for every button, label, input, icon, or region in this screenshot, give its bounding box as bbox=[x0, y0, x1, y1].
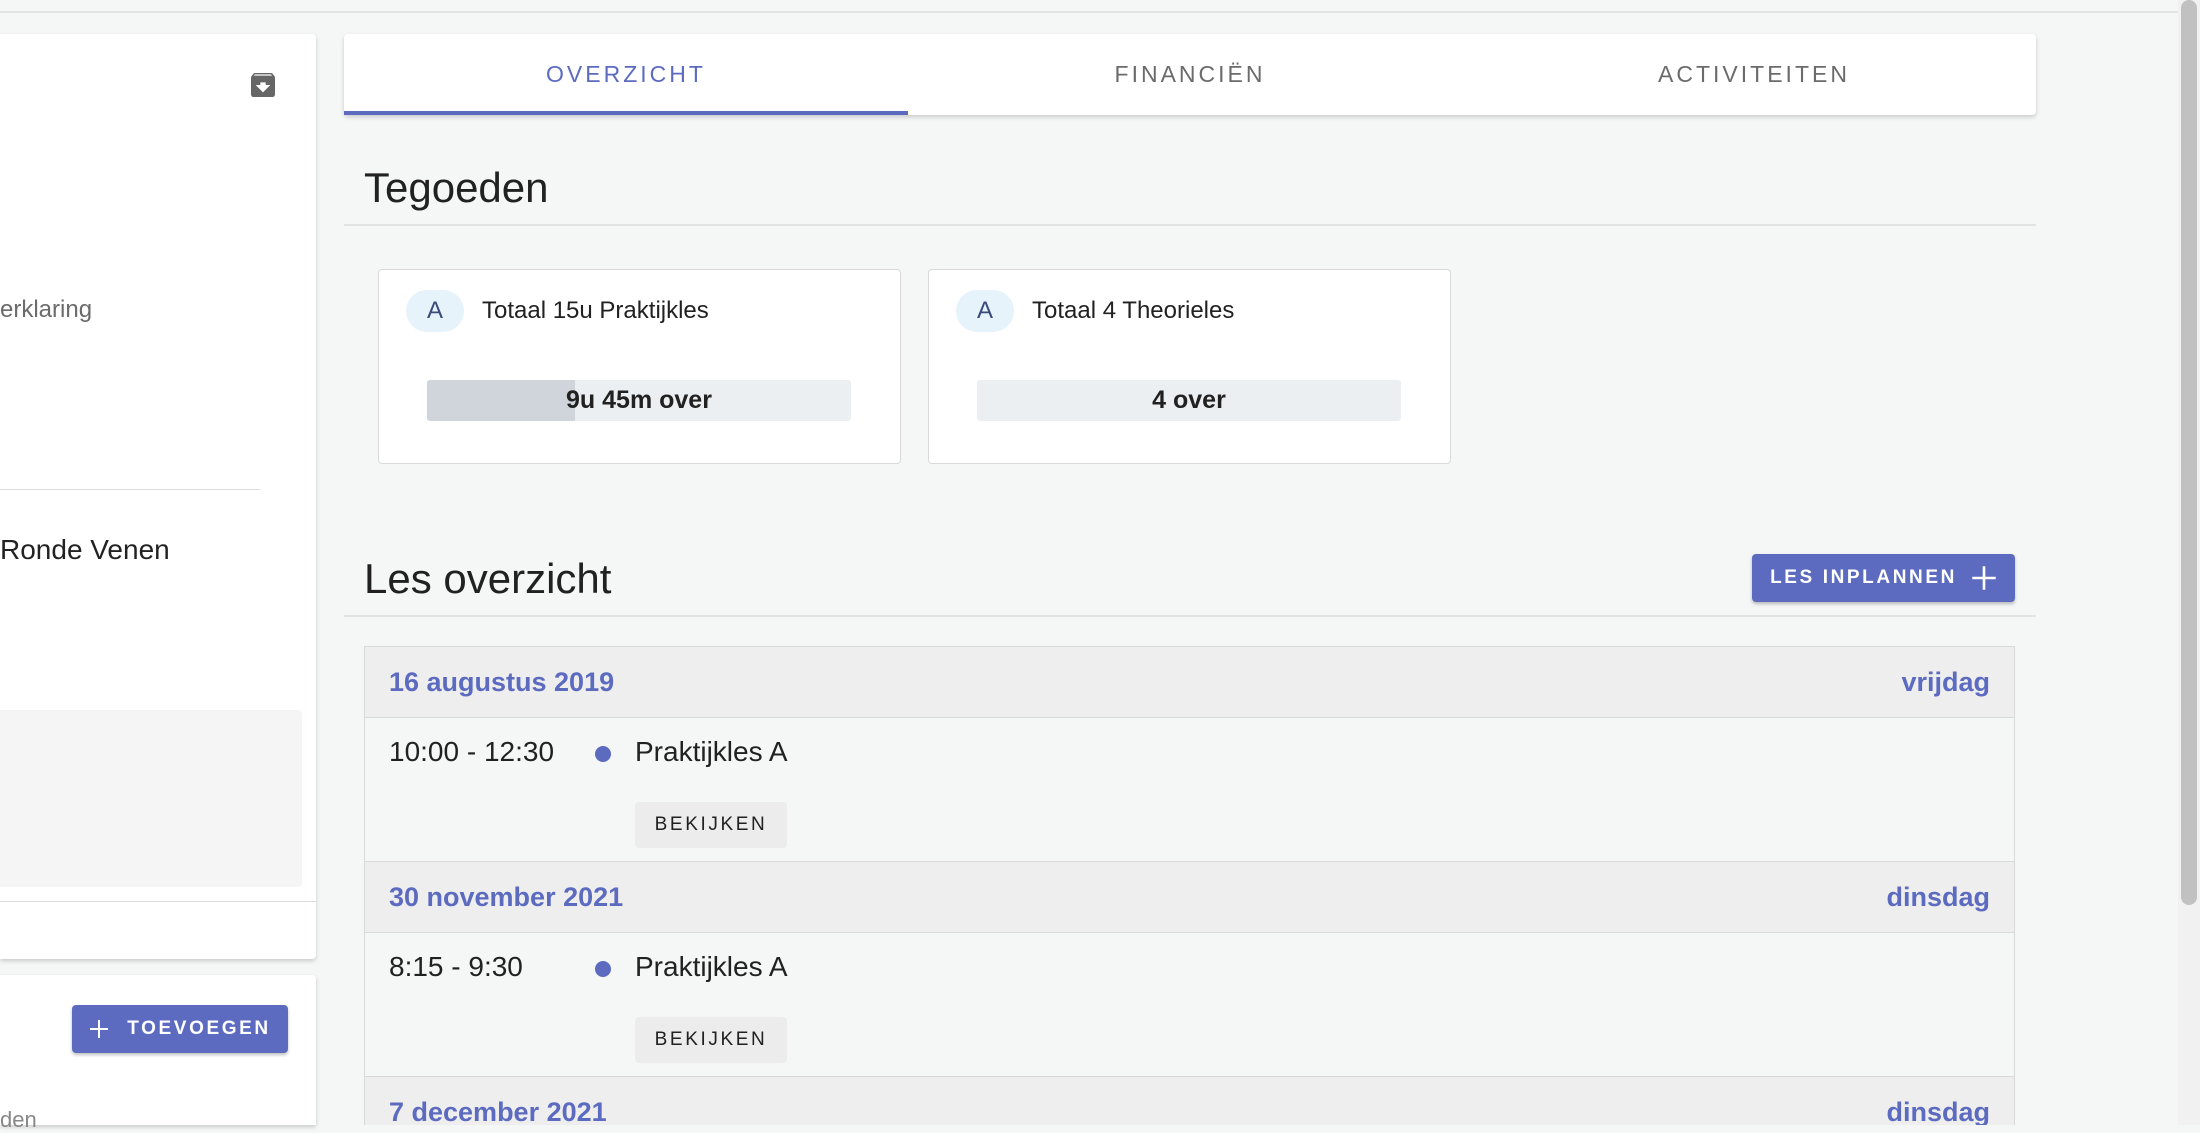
section-divider bbox=[344, 615, 2036, 617]
add-button[interactable]: TOEVOEGEN bbox=[72, 1005, 288, 1053]
archive-icon[interactable] bbox=[247, 69, 279, 101]
secondary-card: TOEVOEGEN den bbox=[0, 975, 316, 1132]
lesson-status-dot-icon bbox=[595, 746, 611, 762]
plus-icon bbox=[1972, 566, 1996, 590]
lesson-date: 30 november 2021 bbox=[389, 881, 624, 912]
tab-finances[interactable]: FINANCIËN bbox=[908, 34, 1472, 115]
plus-icon bbox=[90, 1020, 109, 1038]
day-header: 7 december 2021 dinsdag bbox=[365, 1077, 2014, 1125]
lesson-item: 10:00 - 12:30 Praktijkles A BEKIJKEN bbox=[365, 718, 2014, 862]
lesson-item: 8:15 - 9:30 Praktijkles A BEKIJKEN bbox=[365, 933, 2014, 1077]
credit-card-practical: A Totaal 15u Praktijkles 9u 45m over bbox=[378, 269, 901, 464]
day-header: 30 november 2021 dinsdag bbox=[365, 862, 2014, 933]
student-details-card: erklaring Ronde Venen bbox=[0, 34, 316, 959]
notes-area[interactable] bbox=[0, 710, 302, 887]
lesson-name: Praktijkles A bbox=[635, 736, 788, 767]
license-badge: A bbox=[406, 290, 464, 332]
credit-progress-bar: 4 over bbox=[977, 380, 1401, 421]
tab-bar: OVERZICHT FINANCIËN ACTIVITEITEN bbox=[344, 34, 2036, 115]
section-divider bbox=[344, 224, 2036, 226]
credit-remaining: 4 over bbox=[1152, 386, 1226, 414]
schedule-lesson-button[interactable]: LES INPLANNEN bbox=[1752, 554, 2015, 602]
credit-progress-bar: 9u 45m over bbox=[427, 380, 851, 421]
view-lesson-button[interactable]: BEKIJKEN bbox=[635, 802, 787, 848]
divider bbox=[0, 901, 316, 902]
credits-title: Tegoeden bbox=[364, 164, 549, 211]
credit-card-theory: A Totaal 4 Theorieles 4 over bbox=[928, 269, 1451, 464]
credit-title: Totaal 4 Theorieles bbox=[1032, 297, 1235, 324]
lesson-time: 8:15 - 9:30 bbox=[389, 951, 523, 982]
license-badge: A bbox=[956, 290, 1014, 332]
lesson-name: Praktijkles A bbox=[635, 951, 788, 982]
page-scrollbar[interactable] bbox=[2178, 0, 2200, 1125]
lesson-time: 10:00 - 12:30 bbox=[389, 736, 555, 767]
lessons-title: Les overzicht bbox=[364, 555, 612, 602]
lesson-weekday: vrijdag bbox=[1901, 666, 1990, 697]
schedule-lesson-label: LES INPLANNEN bbox=[1770, 567, 1957, 588]
municipality-value: Ronde Venen bbox=[0, 534, 170, 565]
lesson-list: 16 augustus 2019 vrijdag 10:00 - 12:30 P… bbox=[364, 646, 2015, 1125]
tab-activities[interactable]: ACTIVITEITEN bbox=[1472, 34, 2036, 115]
day-header: 16 augustus 2019 vrijdag bbox=[365, 647, 2014, 718]
tab-overview[interactable]: OVERZICHT bbox=[344, 34, 908, 115]
lesson-weekday: dinsdag bbox=[1886, 881, 1990, 912]
top-divider bbox=[0, 11, 2180, 13]
credit-title: Totaal 15u Praktijkles bbox=[482, 297, 709, 324]
scrollbar-thumb[interactable] bbox=[2181, 0, 2197, 905]
lesson-status-dot-icon bbox=[595, 961, 611, 977]
credit-remaining: 9u 45m over bbox=[566, 386, 712, 414]
lesson-date: 16 augustus 2019 bbox=[389, 666, 615, 697]
partial-label: den bbox=[0, 1107, 37, 1132]
view-lesson-button[interactable]: BEKIJKEN bbox=[635, 1017, 787, 1063]
declaration-label: erklaring bbox=[0, 296, 93, 323]
lesson-weekday: dinsdag bbox=[1886, 1096, 1990, 1126]
lesson-date: 7 december 2021 bbox=[389, 1096, 607, 1126]
add-button-label: TOEVOEGEN bbox=[127, 1018, 271, 1039]
divider bbox=[0, 489, 260, 490]
